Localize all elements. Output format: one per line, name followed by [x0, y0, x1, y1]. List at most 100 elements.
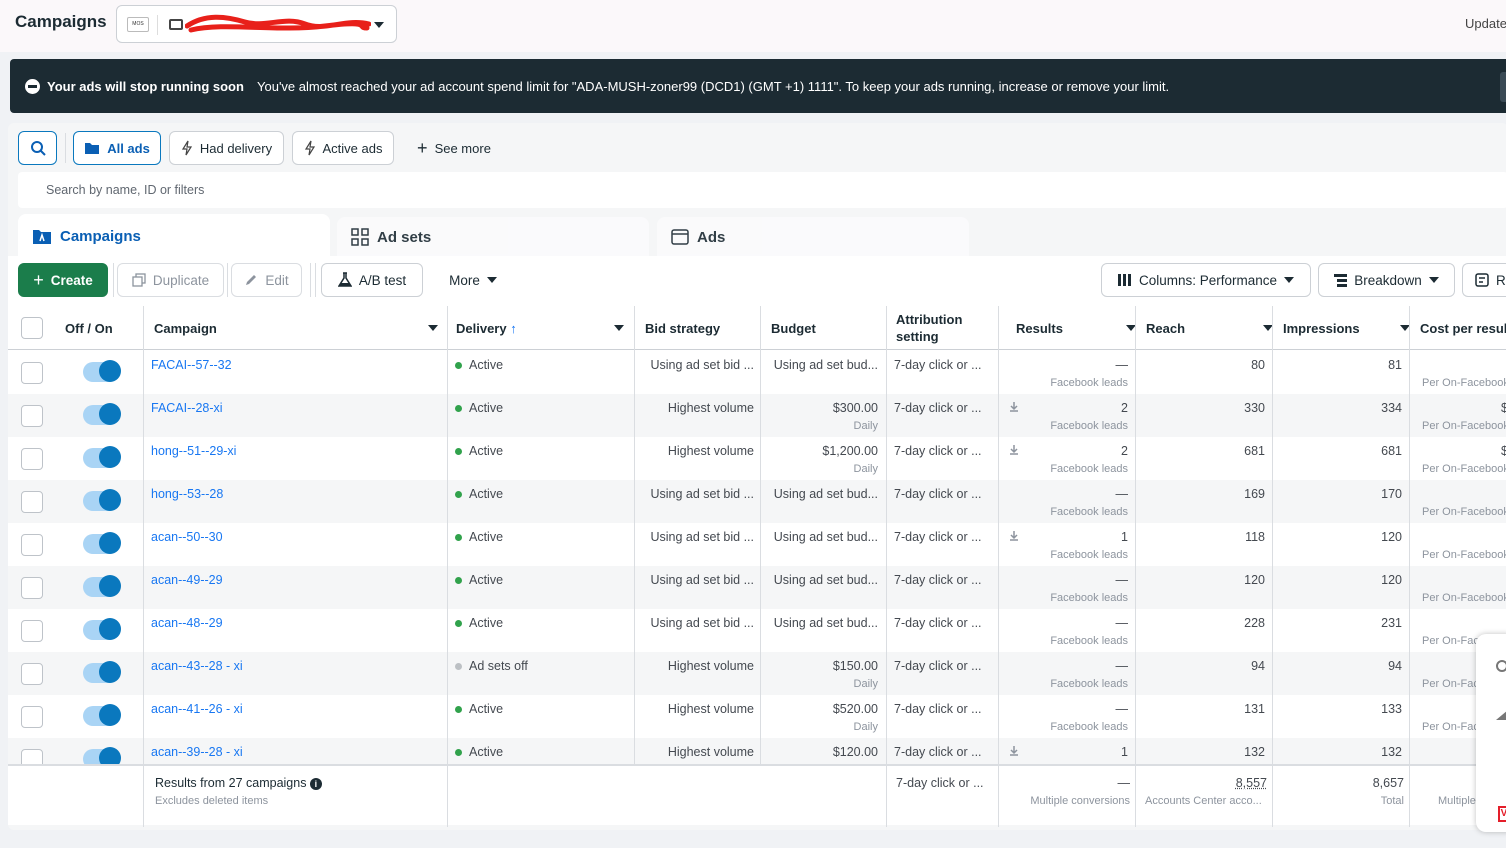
- search-input[interactable]: Search by name, ID or filters: [18, 172, 1506, 208]
- table-row[interactable]: acan--49--29 Active Using ad set bid ... Us…: [8, 566, 1506, 609]
- delivery-status-dot: [455, 405, 462, 412]
- column-header-cost-per-result[interactable]: Cost per resul: [1420, 306, 1506, 350]
- filter-had-delivery[interactable]: Had delivery: [169, 131, 284, 165]
- row-checkbox[interactable]: [21, 749, 43, 764]
- row-checkbox[interactable]: [21, 534, 43, 556]
- select-all-checkbox[interactable]: [21, 317, 43, 339]
- bid-strategy: Highest volume: [638, 745, 754, 759]
- bid-strategy: Using ad set bid ...: [638, 530, 754, 544]
- campaign-name-link[interactable]: acan--48--29: [151, 616, 223, 630]
- table-row[interactable]: acan--50--30 Active Using ad set bid ... Us…: [8, 523, 1506, 566]
- breakdown-dropdown[interactable]: Breakdown: [1318, 263, 1455, 297]
- row-checkbox[interactable]: [21, 362, 43, 384]
- tab-label: Campaigns: [60, 228, 141, 245]
- table-row[interactable]: FACAI--28-xi Active Highest volume $300.00 D…: [8, 394, 1506, 437]
- budget: $120.00: [764, 745, 878, 759]
- table-row[interactable]: acan--48--29 Active Using ad set bid ... Us…: [8, 609, 1506, 652]
- row-checkbox[interactable]: [21, 706, 43, 728]
- filter-all-ads[interactable]: All ads: [73, 131, 161, 165]
- column-header-bid-strategy[interactable]: Bid strategy: [645, 306, 720, 350]
- tab-campaigns[interactable]: Campaigns: [18, 214, 330, 258]
- campaign-toggle[interactable]: [83, 749, 119, 764]
- account-selector[interactable]: MOS: [116, 5, 397, 43]
- delivery-status: Active: [469, 530, 503, 544]
- column-header-attribution[interactable]: Attribution setting: [896, 306, 962, 350]
- column-header-reach[interactable]: Reach: [1146, 306, 1273, 350]
- reports-dropdown[interactable]: R: [1462, 263, 1506, 297]
- tab-ad-sets[interactable]: Ad sets: [337, 217, 649, 257]
- reach-value: 94: [1143, 659, 1265, 673]
- banner-action-button[interactable]: [1500, 72, 1506, 102]
- campaign-name-link[interactable]: hong--53--28: [151, 487, 223, 501]
- footer-results-sub: Multiple conversions: [1006, 795, 1130, 807]
- ab-test-button[interactable]: A/B test: [321, 263, 423, 297]
- chevron-down-icon: [1284, 277, 1294, 283]
- red-logo-icon[interactable]: V: [1498, 806, 1506, 822]
- see-more-button[interactable]: + See more: [404, 131, 504, 165]
- campaign-name-link[interactable]: acan--49--29: [151, 573, 223, 587]
- table-row[interactable]: FACAI--57--32 Active Using ad set bid ... U…: [8, 351, 1506, 394]
- campaign-name-link[interactable]: acan--43--28 - xi: [151, 659, 243, 673]
- column-header-impressions[interactable]: Impressions: [1283, 306, 1410, 350]
- campaign-toggle[interactable]: [83, 491, 119, 511]
- row-checkbox[interactable]: [21, 448, 43, 470]
- chart-icon[interactable]: [1496, 710, 1506, 720]
- campaign-name-link[interactable]: FACAI--28-xi: [151, 401, 223, 415]
- column-header-budget[interactable]: Budget: [771, 306, 816, 350]
- campaign-name-link[interactable]: hong--51--29-xi: [151, 444, 236, 458]
- column-header-delivery[interactable]: Delivery ↑: [456, 306, 628, 350]
- filter-label: Had delivery: [200, 141, 272, 156]
- columns-dropdown[interactable]: Columns: Performance: [1101, 263, 1311, 297]
- row-checkbox[interactable]: [21, 620, 43, 642]
- create-button[interactable]: + Create: [18, 263, 108, 297]
- results-value: —: [1006, 616, 1128, 630]
- row-checkbox[interactable]: [21, 577, 43, 599]
- more-dropdown[interactable]: More: [433, 263, 513, 297]
- campaign-toggle[interactable]: [83, 620, 119, 640]
- monitor-icon: [169, 19, 183, 30]
- chat-icon[interactable]: [1496, 660, 1506, 672]
- search-button[interactable]: [18, 131, 57, 165]
- filter-active-ads[interactable]: Active ads: [292, 131, 394, 165]
- column-header-campaign[interactable]: Campaign: [154, 306, 444, 350]
- table-row[interactable]: acan--41--26 - xi Active Highest volume $52…: [8, 695, 1506, 738]
- tab-ads[interactable]: Ads: [657, 217, 969, 257]
- campaign-toggle[interactable]: [83, 362, 119, 382]
- floating-help-widget[interactable]: V: [1476, 634, 1506, 832]
- delivery-status: Active: [469, 444, 503, 458]
- table-row[interactable]: acan--43--28 - xi Ad sets off Highest volu…: [8, 652, 1506, 695]
- campaign-name-link[interactable]: FACAI--57--32: [151, 358, 232, 372]
- results-value: —: [1006, 487, 1128, 501]
- row-checkbox[interactable]: [21, 405, 43, 427]
- table-row[interactable]: hong--51--29-xi Active Highest volume $1,20…: [8, 437, 1506, 480]
- campaign-toggle[interactable]: [83, 577, 119, 597]
- table-footer: Results from 27 campaigns i Excludes del…: [8, 764, 1506, 825]
- campaign-toggle[interactable]: [83, 534, 119, 554]
- campaign-name-link[interactable]: acan--41--26 - xi: [151, 702, 243, 716]
- campaign-name-link[interactable]: acan--50--30: [151, 530, 223, 544]
- reach-value: 330: [1143, 401, 1265, 415]
- campaigns-table: FACAI--57--32 Active Using ad set bid ... U…: [8, 306, 1506, 764]
- search-icon: [30, 140, 46, 156]
- table-row[interactable]: hong--53--28 Active Using ad set bid ... Us…: [8, 480, 1506, 523]
- delivery-status-dot: [455, 706, 462, 713]
- campaign-toggle[interactable]: [83, 448, 119, 468]
- campaign-toggle[interactable]: [83, 663, 119, 683]
- lightning-icon: [181, 140, 193, 156]
- row-checkbox[interactable]: [21, 663, 43, 685]
- columns-icon: [1118, 274, 1132, 286]
- info-icon[interactable]: i: [310, 778, 322, 790]
- campaign-name-link[interactable]: acan--39--28 - xi: [151, 745, 243, 759]
- row-checkbox[interactable]: [21, 491, 43, 513]
- table-row[interactable]: acan--39--28 - xi Active Highest volume $12…: [8, 738, 1506, 764]
- campaign-toggle[interactable]: [83, 706, 119, 726]
- duplicate-button[interactable]: Duplicate: [117, 263, 224, 297]
- breakdown-label: Breakdown: [1354, 273, 1422, 288]
- plus-icon: +: [33, 270, 44, 291]
- column-divider: [634, 306, 635, 764]
- campaign-toggle[interactable]: [83, 405, 119, 425]
- edit-button[interactable]: Edit: [231, 263, 302, 297]
- budget-period: Daily: [764, 721, 878, 733]
- cost-per-result-type: Per On-Facebook: [1422, 377, 1506, 389]
- column-header-results[interactable]: Results: [1016, 306, 1136, 350]
